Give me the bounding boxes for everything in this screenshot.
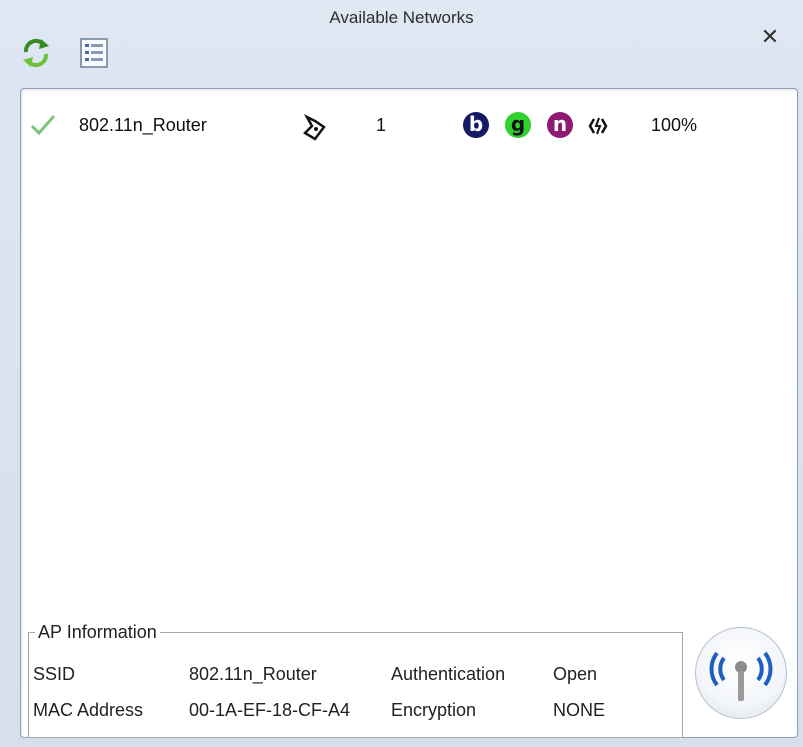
ssid-label: SSID (33, 664, 76, 684)
ssid-value: 802.11n_Router (189, 664, 317, 684)
ap-information-group: AP Information SSID 802.11n_Router Authe… (28, 622, 683, 738)
mac-address-value: 00-1A-EF-18-CF-A4 (189, 700, 351, 720)
refresh-button[interactable] (20, 36, 52, 70)
network-list: 802.11n_Router 1 b g n 100% AP Informati… (20, 88, 798, 738)
connected-check-icon (30, 115, 56, 136)
encryption-value: NONE (553, 700, 606, 720)
data-transfer-icon (588, 117, 608, 135)
close-button[interactable]: ✕ (757, 24, 783, 50)
network-ssid: 802.11n_Router (79, 115, 207, 135)
available-networks-window: Available Networks ✕ 802.11n_Router 1 b … (0, 0, 803, 747)
mac-address-label: MAC Address (33, 700, 144, 720)
list-view-button[interactable] (78, 36, 110, 70)
list-view-icon (80, 38, 108, 68)
refresh-icon (23, 38, 49, 68)
network-channel: 1 (376, 115, 387, 135)
window-title: Available Networks (329, 8, 474, 27)
wireless-antenna-icon (709, 651, 773, 701)
authentication-value: Open (553, 664, 598, 684)
mode-g-badge: g (505, 112, 531, 138)
close-icon: ✕ (760, 24, 780, 49)
network-row[interactable]: 802.11n_Router 1 b g n 100% (21, 103, 797, 147)
mode-n-badge: n (547, 112, 573, 138)
encryption-label: Encryption (391, 700, 477, 720)
connect-button[interactable] (695, 627, 787, 719)
signal-strength: 100% (651, 115, 698, 135)
authentication-label: Authentication (391, 664, 506, 684)
ap-information-legend: AP Information (35, 622, 160, 642)
mode-b-badge: b (463, 112, 489, 138)
infrastructure-icon (302, 114, 326, 141)
